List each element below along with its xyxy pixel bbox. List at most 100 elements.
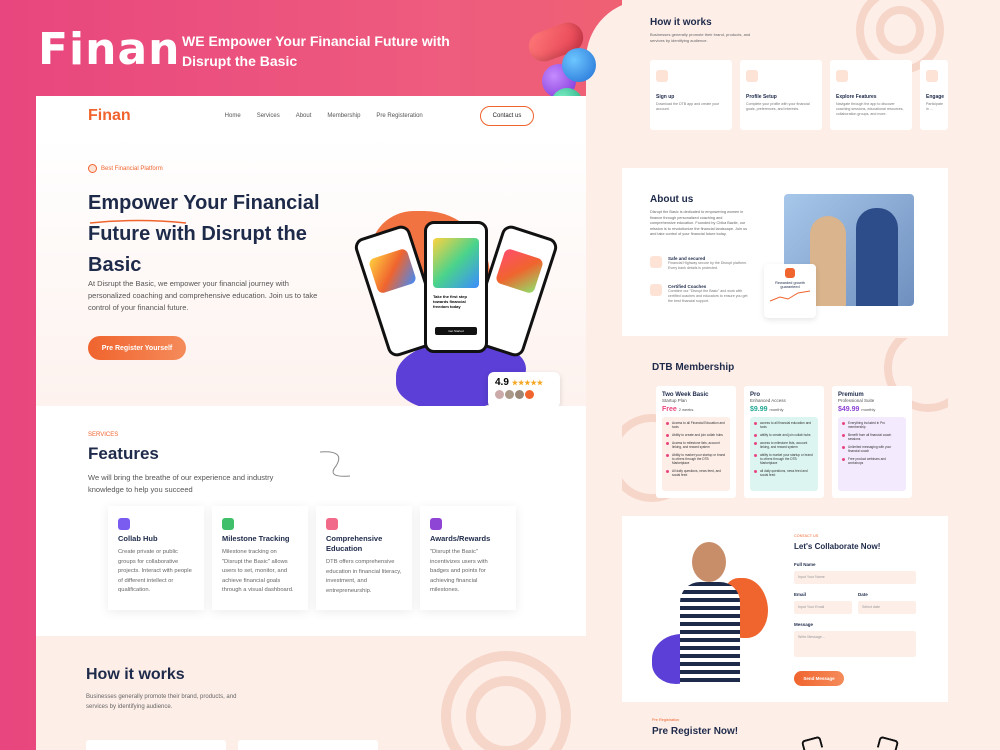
contact-panel: CONTACT US Let's Collaborate Now! Full N… [622,516,948,702]
plan-feature: Everything included in Pro membership [842,421,902,429]
how-it-works-panel: How it works Businesses generally promot… [622,0,948,150]
chart-icon [836,70,848,82]
features-section: SERVICES Features We will bring the brea… [36,406,586,636]
about-feature-coaches: Certified Coaches Combine our "Disrupt t… [650,284,750,304]
circle-decoration [441,651,571,750]
feature-card-text: Milestone tracking on "Disrupt the Basic… [222,549,294,593]
phone-illustration: Take the first step towards financial fr… [352,181,560,411]
chart-icon [926,70,938,82]
avatar-group [495,390,553,399]
landing-page-mockup: Finan Home Services About Membership Pre… [36,96,586,750]
hero-badge: Best Financial Platform [88,164,163,173]
plan-feature: Ability to market your startup or brand … [666,453,726,465]
contact-kicker: CONTACT US [794,534,819,538]
rating-value: 4.9 [495,377,509,388]
how-it-works-description: Businesses generally promote their brand… [86,694,237,710]
feature-card-education[interactable]: Comprehensive Education DTB offers compr… [316,506,412,610]
app-get-started-button: Get Started [435,327,477,335]
nav-link-pre-registration[interactable]: Pre Registeration [376,113,422,119]
plan-feature: access to all financial education and to… [754,421,814,429]
full-name-label: Full Name [794,562,816,567]
brand-title: Finan [38,24,181,75]
about-feature-safe: Safe and secured Financial Highway secur… [650,256,750,271]
growth-chart-icon [769,290,811,302]
feature-card-text: DTB offers comprehensive education in fi… [326,559,402,594]
underline-decoration [89,219,187,224]
message-field[interactable]: Write Message... [794,631,916,657]
step-title: Explore Features [836,94,877,100]
shield-icon [650,256,662,268]
features-description: We will bring the breathe of our experie… [88,473,274,494]
feature-card-title: Awards/Rewards [430,534,491,543]
plan-feature: all daily questions, news feed and socia… [754,469,814,477]
app-headline: Take the first step towards financial fr… [433,294,467,309]
growth-label: Rewarded growth guaranteed [775,281,805,289]
about-panel: About us Disrupt the Basic is dedicated … [622,168,948,336]
feature-card-milestone[interactable]: Milestone Tracking Milestone tracking on… [212,506,308,610]
app-hero-image [433,238,479,288]
panel-title: How it works [650,17,712,28]
step-card-preview [238,740,378,750]
step-text: Navigate through the app to discover coa… [836,102,904,116]
contact-us-button[interactable]: Contact us [480,106,534,126]
pre-register-button[interactable]: Pre Register Yourself [88,336,186,360]
plan-feature: Access to all Financial Education and to… [666,421,726,429]
phone-preview [876,735,900,750]
plan-card-premium[interactable]: Premium Professional Suite $49.99 monthl… [832,386,912,498]
nav-logo[interactable]: Finan [88,107,131,125]
nav-links: Home Services About Membership Pre Regis… [225,113,423,119]
star-icon: ★★★★★ [511,380,544,387]
how-it-works-section: How it works Businesses generally promot… [36,636,586,750]
feature-card-awards[interactable]: Awards/Rewards "Disrupt the Basic" incen… [420,506,516,610]
email-field[interactable]: Input Your Email [794,601,852,614]
nav-link-about[interactable]: About [296,113,312,119]
feature-card-title: Collab Hub [118,534,158,543]
navbar: Finan Home Services About Membership Pre… [36,96,586,136]
plan-feature: All daily questions, news feed, and soci… [666,469,726,477]
plan-feature: Access to milestone lists, account linki… [666,441,726,449]
chart-icon [326,518,338,530]
plan-feature: Unlimited messaging with your financial … [842,445,902,453]
plan-subtitle: Startup Plan [662,398,687,403]
step-text: Complete your profile with your financia… [746,102,810,111]
feature-card-collab-hub[interactable]: Collab Hub Create private or public grou… [108,506,204,610]
certificate-icon [650,284,662,296]
step-card-sign-up[interactable]: Sign up Download the DTB app and create … [650,60,732,130]
step-title: Profile Setup [746,94,777,100]
signup-icon [656,70,668,82]
features-kicker: SERVICES [88,432,119,438]
plan-card-basic[interactable]: Two Week Basic Startup Plan Free 2 weeks… [656,386,736,498]
hero-title: Empower Your Financial Future with Disru… [88,192,320,276]
plan-feature: Benefit from all financial coach session… [842,433,902,441]
full-name-field[interactable]: Input Your Name [794,571,916,584]
tracking-icon [222,518,234,530]
rating-card: 4.9 ★★★★★ [488,372,560,408]
pre-register-panel: Pre Registration Pre Register Now! [622,704,948,750]
calendar-icon [746,70,758,82]
step-card-explore[interactable]: Explore Features Navigate through the ap… [830,60,912,130]
contact-title: Let's Collaborate Now! [794,542,881,551]
plan-features: access to all financial education and to… [750,417,818,491]
step-text: Participate in ... [926,102,943,111]
nav-link-home[interactable]: Home [225,113,241,119]
date-field[interactable]: Select date [858,601,916,614]
pre-register-kicker: Pre Registration [652,718,680,722]
plan-feature: ability to market your startup or brand … [754,453,814,465]
step-title: Sign up [656,94,675,100]
step-card-profile[interactable]: Profile Setup Complete your profile with… [740,60,822,130]
step-card-engage[interactable]: Engage Participate in ... [920,60,948,130]
step-card-preview [86,740,226,750]
step-title: Engage [926,94,945,100]
step-text: Download the DTB app and create your acc… [656,102,720,111]
plan-card-pro[interactable]: Pro Enhanced Access $9.99 monthly access… [744,386,824,498]
feature-card-text: Create private or public groups for coll… [118,549,192,593]
nav-link-services[interactable]: Services [257,113,280,119]
plan-feature: access to milestone lists, account linki… [754,441,814,449]
nav-link-membership[interactable]: Membership [327,113,360,119]
about-feature-text: Financial Highway secure by the Disrupt … [668,261,748,270]
crown-icon [430,518,442,530]
email-label: Email [794,592,807,597]
plan-price: Free 2 weeks [662,406,694,413]
sphere-3d-icon [562,48,596,82]
send-message-button[interactable]: Send Message [794,671,844,686]
